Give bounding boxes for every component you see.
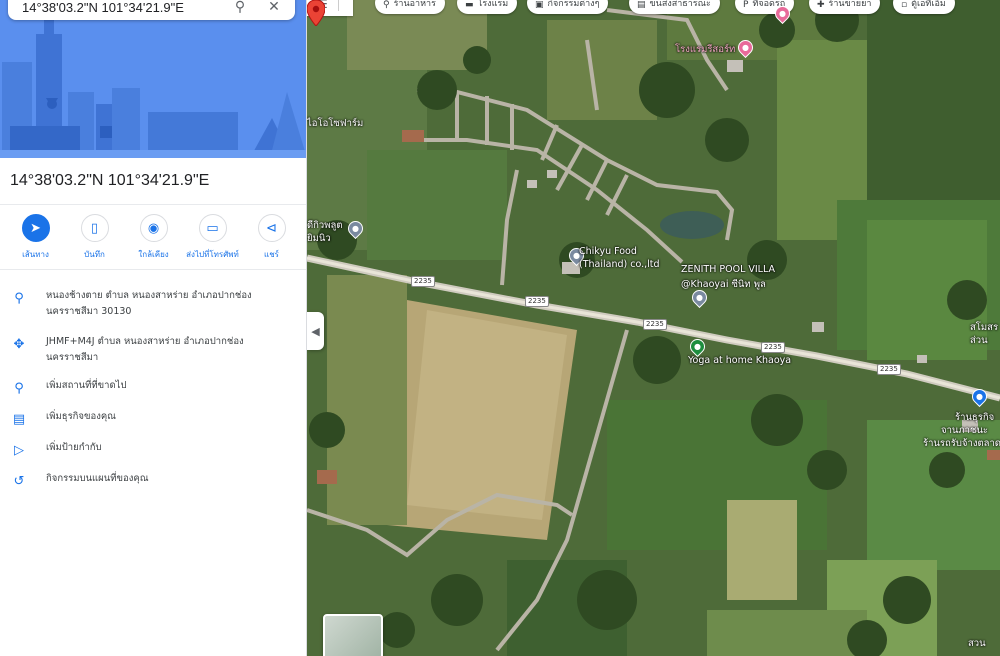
add-label-row[interactable]: ▷ เพิ่มป้ายกำกับ bbox=[0, 440, 306, 471]
location-pin-icon[interactable] bbox=[307, 0, 325, 26]
map-activity-label: กิจกรรมบนแผนที่ของคุณ bbox=[46, 473, 149, 484]
layers-toggle-button[interactable] bbox=[323, 614, 383, 656]
save-button[interactable]: ▯ บันทึก bbox=[67, 214, 123, 266]
search-icon[interactable]: ⚲ bbox=[229, 0, 251, 15]
map-activity-row[interactable]: ↺ กิจกรรมบนแผนที่ของคุณ bbox=[0, 471, 306, 502]
plus-code-line-1: JHMF+M4J ตำบล หนองสาหร่าย อำเภอปากช่อง bbox=[46, 336, 244, 347]
add-place-icon: ⚲ bbox=[14, 380, 24, 396]
collapse-panel-button[interactable]: ◀ bbox=[307, 312, 324, 350]
plus-code-line-2: นครราชสีมา bbox=[46, 352, 99, 363]
plus-code-row[interactable]: ✥ JHMF+M4J ตำบล หนองสาหร่าย อำเภอปากช่อง… bbox=[0, 334, 306, 378]
add-missing-place-row[interactable]: ⚲ เพิ่มสถานที่ที่ขาดไป bbox=[0, 378, 306, 409]
send-to-phone-icon: ▭ bbox=[198, 214, 227, 242]
pharmacy-icon: ✚ bbox=[817, 0, 825, 10]
chip-pharmacy[interactable]: ✚ ร้านขายยา bbox=[809, 0, 881, 14]
share-icon: ⊲ bbox=[257, 214, 286, 242]
chip-restaurants[interactable]: ⚲ ร้านอาหาร bbox=[375, 0, 445, 14]
road-shield: 2235 bbox=[643, 319, 667, 330]
chip-label: ร้านอาหาร bbox=[393, 0, 436, 9]
chip-atm[interactable]: ▫ ตู้เอทีเอ็ม bbox=[893, 0, 955, 14]
save-label: บันทึก bbox=[84, 250, 105, 259]
map-label-zenith-2[interactable]: @Khaoyai ซีนิท พูล bbox=[681, 277, 766, 292]
chip-label: กิจกรรมต่างๆ bbox=[547, 0, 600, 9]
map-label-bottom-right[interactable]: สวน bbox=[968, 636, 986, 651]
map-label-shop-3[interactable]: ร้านรถรับจ้างตลาด bbox=[923, 436, 1000, 451]
search-input[interactable]: 14°38'03.2"N 101°34'21.9"E bbox=[22, 0, 217, 15]
nearby-icon: ◉ bbox=[139, 214, 168, 242]
map-label-left-poi-2[interactable]: ยิมนิว bbox=[307, 231, 331, 246]
nearby-label: ใกล้เคียง bbox=[138, 250, 169, 259]
add-business-icon: ▤ bbox=[12, 411, 26, 427]
close-icon[interactable]: ✕ bbox=[263, 0, 285, 15]
chip-label: ตู้เอทีเอ็ม bbox=[911, 0, 946, 9]
city-illustration bbox=[0, 0, 306, 158]
action-buttons-row: ➤ เส้นทาง ▯ บันทึก ◉ ใกล้เคียง ▭ ส่งไปที… bbox=[0, 214, 306, 266]
location-pin-icon: ⚲ bbox=[14, 290, 24, 306]
place-title: 14°38'03.2"N 101°34'21.9"E bbox=[10, 172, 210, 189]
map-label-zenith-1[interactable]: ZENITH POOL VILLA bbox=[681, 264, 775, 275]
road-shield: 2235 bbox=[525, 296, 549, 307]
directions-label: เส้นทาง bbox=[22, 250, 49, 259]
road-shield: 2235 bbox=[877, 364, 901, 375]
send-to-phone-label: ส่งไปที่โทรศัพท์ bbox=[186, 250, 239, 259]
satellite-map[interactable]: ☰ ⚲ ร้านอาหาร ▬ โรงแรม ▣ กิจกรรมต่างๆ ▤ … bbox=[307, 0, 1000, 656]
road-shield: 2235 bbox=[411, 276, 435, 287]
add-business-row[interactable]: ▤ เพิ่มธุรกิจของคุณ bbox=[0, 409, 306, 440]
parking-icon: P bbox=[743, 0, 749, 10]
add-business-label: เพิ่มธุรกิจของคุณ bbox=[46, 411, 116, 422]
directions-button[interactable]: ➤ เส้นทาง bbox=[8, 214, 64, 266]
search-box[interactable]: 14°38'03.2"N 101°34'21.9"E ⚲ ✕ bbox=[8, 0, 295, 20]
bookmark-icon: ▯ bbox=[80, 214, 109, 242]
send-to-phone-button[interactable]: ▭ ส่งไปที่โทรศัพท์ bbox=[185, 214, 241, 266]
map-label-food-2[interactable]: (Thailand) co.,ltd bbox=[579, 259, 660, 270]
activities-icon: ▣ bbox=[535, 0, 544, 10]
add-label-label: เพิ่มป้ายกำกับ bbox=[46, 442, 102, 453]
address-line-1: หนองช้างตาย ตำบล หนองสาหร่าย อำเภอปากช่อ… bbox=[46, 290, 252, 301]
restaurant-icon: ⚲ bbox=[383, 0, 390, 10]
share-button[interactable]: ⊲ แชร์ bbox=[244, 214, 300, 266]
map-label-farm[interactable]: ไอโอโซฟาร์ม bbox=[307, 116, 363, 131]
chip-activities[interactable]: ▣ กิจกรรมต่างๆ bbox=[527, 0, 609, 14]
plus-code-icon: ✥ bbox=[13, 336, 25, 352]
transit-icon: ▤ bbox=[637, 0, 646, 10]
chip-transit[interactable]: ▤ ขนส่งสาธารณะ bbox=[629, 0, 720, 14]
nearby-button[interactable]: ◉ ใกล้เคียง bbox=[126, 214, 182, 266]
add-missing-place-label: เพิ่มสถานที่ที่ขาดไป bbox=[46, 380, 127, 391]
hotel-icon: ▬ bbox=[465, 0, 474, 10]
chevron-left-icon: ◀ bbox=[311, 324, 320, 338]
atm-icon: ▫ bbox=[901, 0, 908, 10]
directions-icon: ➤ bbox=[21, 214, 50, 242]
chip-label: ขนส่งสาธารณะ bbox=[649, 0, 711, 9]
history-icon: ↺ bbox=[13, 473, 25, 489]
divider bbox=[0, 204, 306, 205]
chip-label: ร้านขายยา bbox=[828, 0, 872, 9]
place-info-list: ⚲ หนองช้างตาย ตำบล หนองสาหร่าย อำเภอปากช… bbox=[0, 288, 306, 502]
label-icon: ▷ bbox=[14, 442, 24, 458]
share-label: แชร์ bbox=[264, 250, 279, 259]
divider bbox=[0, 269, 306, 270]
map-label-food-1[interactable]: Chikyu Food bbox=[579, 246, 637, 257]
road-shield: 2235 bbox=[761, 342, 785, 353]
place-hero-illustration: 14°38'03.2"N 101°34'21.9"E ⚲ ✕ bbox=[0, 0, 306, 158]
address-line-2: นครราชสีมา 30130 bbox=[46, 306, 132, 317]
map-label-resort[interactable]: โรงแรมรีสอร์ท bbox=[675, 42, 735, 57]
google-maps-app: 14°38'03.2"N 101°34'21.9"E ⚲ ✕ 14°38'03.… bbox=[0, 0, 1000, 656]
chip-hotels[interactable]: ▬ โรงแรม bbox=[457, 0, 518, 14]
map-label-yoga[interactable]: Yoga at home Khaoya bbox=[688, 355, 791, 366]
address-row[interactable]: ⚲ หนองช้างตาย ตำบล หนองสาหร่าย อำเภอปากช… bbox=[0, 288, 306, 334]
category-chips: ⚲ ร้านอาหาร ▬ โรงแรม ▣ กิจกรรมต่างๆ ▤ ขน… bbox=[307, 0, 1000, 14]
chip-label: โรงแรม bbox=[477, 0, 509, 9]
map-label-right-2[interactable]: ส่วน bbox=[970, 333, 988, 348]
place-details-panel: 14°38'03.2"N 101°34'21.9"E ⚲ ✕ 14°38'03.… bbox=[0, 0, 307, 656]
